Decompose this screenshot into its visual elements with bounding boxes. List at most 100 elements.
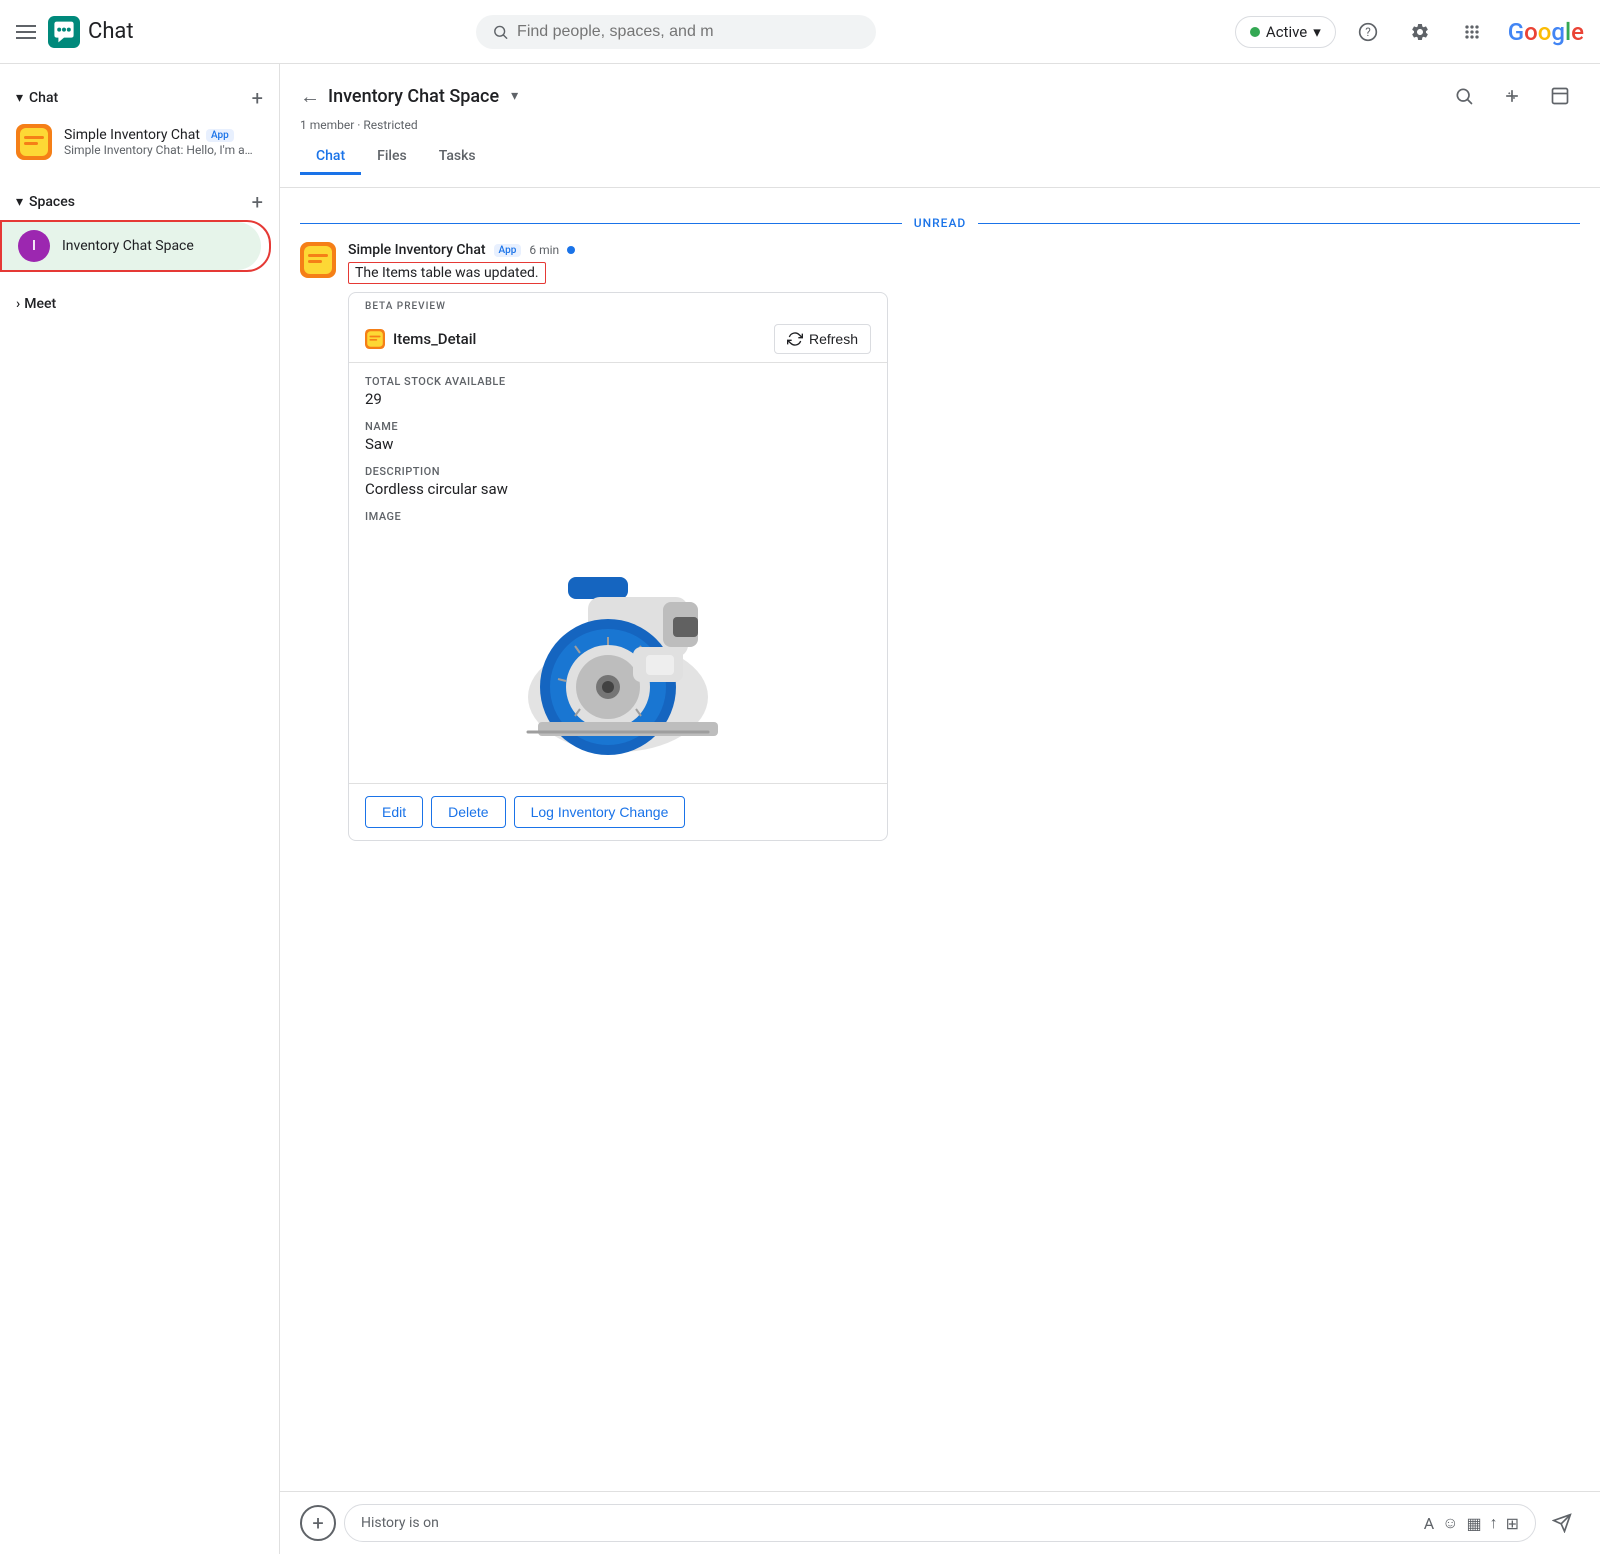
hamburger-icon[interactable] [16, 25, 36, 39]
unread-line-right [978, 223, 1580, 224]
chat-header-right [1444, 76, 1580, 116]
video-icon[interactable]: ⊞ [1506, 1514, 1519, 1533]
chat-section: ▾ Chat + Simple Inventory Chat [0, 72, 279, 176]
card-field-value-name: Saw [365, 435, 871, 453]
chat-app-icon [48, 16, 80, 48]
chat-header: ← Inventory Chat Space ▾ [280, 64, 1600, 188]
search-bar[interactable] [476, 15, 876, 49]
chat-header-left: ← Inventory Chat Space ▾ [300, 84, 518, 109]
saw-image [478, 547, 758, 767]
back-button[interactable]: ← [300, 84, 320, 109]
upload-icon[interactable]: ↑ [1490, 1513, 1498, 1533]
send-button[interactable] [1544, 1505, 1580, 1541]
refresh-icon [787, 331, 803, 347]
chevron-right-icon: › [16, 296, 20, 312]
card-icon [365, 329, 385, 349]
message-text: The Items table was updated. [348, 262, 1580, 284]
message-sender: Simple Inventory Chat [348, 242, 486, 258]
sidebar: ▾ Chat + Simple Inventory Chat [0, 64, 280, 1554]
message-item: Simple Inventory Chat App 6 min The Item… [300, 242, 1580, 841]
card-field-value-stock: 29 [365, 390, 871, 408]
emoji-icon[interactable]: ☺ [1442, 1513, 1458, 1533]
active-status[interactable]: Active ▾ [1235, 16, 1336, 48]
card-field-name: NAME Saw [365, 420, 871, 453]
text-format-icon[interactable]: A [1424, 1514, 1434, 1533]
active-chevron: ▾ [1313, 23, 1321, 41]
card-actions: Edit Delete Log Inventory Change [349, 783, 887, 840]
app-badge: App [206, 129, 234, 142]
space-avatar-inventory: I [18, 230, 50, 262]
inventory-card: BETA PREVIEW Items_Detail [348, 292, 888, 841]
chat-section-header[interactable]: ▾ Chat + [0, 80, 279, 116]
tab-chat[interactable]: Chat [300, 140, 361, 175]
spaces-section-title: ▾ Spaces [16, 194, 75, 210]
search-input[interactable] [517, 23, 860, 41]
spaces-section-label: Spaces [29, 194, 75, 210]
message-time: 6 min [529, 243, 559, 257]
unread-label: UNREAD [914, 216, 967, 230]
card-field-stock: TOTAL STOCK AVAILABLE 29 [365, 375, 871, 408]
top-right-actions: Active ▾ ? Google [1235, 12, 1584, 52]
chat-item-name: Simple Inventory Chat App [64, 127, 255, 143]
header-search-button[interactable] [1444, 76, 1484, 116]
add-space-button[interactable]: + [252, 190, 263, 214]
unread-line-left [300, 223, 902, 224]
main-layout: ▾ Chat + Simple Inventory Chat [0, 64, 1600, 1554]
edit-button[interactable]: Edit [365, 796, 423, 828]
app-title: Chat [88, 19, 134, 44]
app-logo: Chat [48, 16, 134, 48]
chevron-down-icon-spaces: ▾ [16, 194, 23, 210]
card-field-label-name: NAME [365, 420, 871, 433]
active-label: Active [1266, 23, 1307, 41]
space-subtitle: 1 member · Restricted [300, 118, 1580, 132]
mention-icon[interactable]: ▦ [1466, 1514, 1481, 1533]
message-input-area: + History is on A ☺ ▦ ↑ ⊞ [280, 1491, 1600, 1554]
chat-item-info: Simple Inventory Chat App Simple Invento… [64, 127, 255, 157]
messages-area: UNREAD Simple Inventory Chat App [280, 188, 1600, 1491]
apps-button[interactable] [1452, 12, 1492, 52]
tab-files[interactable]: Files [361, 140, 423, 175]
spaces-section-header[interactable]: ▾ Spaces + [0, 184, 279, 220]
chevron-down-icon: ▾ [16, 90, 23, 106]
chat-item-simple-inventory[interactable]: Simple Inventory Chat App Simple Invento… [0, 116, 271, 168]
beta-preview-label: BETA PREVIEW [349, 293, 887, 316]
card-field-label-description: DESCRIPTION [365, 465, 871, 478]
add-chat-button[interactable]: + [252, 86, 263, 110]
tab-bar: Chat Files Tasks [300, 140, 1580, 175]
space-dropdown-icon[interactable]: ▾ [511, 88, 518, 104]
meet-section: › Meet [0, 280, 279, 328]
meet-label[interactable]: › Meet [16, 296, 263, 312]
google-logo: Google [1508, 18, 1584, 46]
chat-header-top: ← Inventory Chat Space ▾ [300, 76, 1580, 116]
add-attachment-button[interactable]: + [300, 1505, 336, 1541]
delete-button[interactable]: Delete [431, 796, 505, 828]
input-icon-bar: A ☺ ▦ ↑ ⊞ [1424, 1513, 1519, 1533]
card-header: Items_Detail Refresh [349, 316, 887, 363]
settings-button[interactable] [1400, 12, 1440, 52]
unread-divider: UNREAD [300, 216, 1580, 230]
message-input-box[interactable]: History is on A ☺ ▦ ↑ ⊞ [344, 1504, 1536, 1542]
top-bar: Chat Active ▾ ? [0, 0, 1600, 64]
space-item-inventory[interactable]: I Inventory Chat Space [2, 222, 261, 270]
refresh-label: Refresh [809, 331, 858, 347]
card-field-image-label: IMAGE [365, 510, 871, 523]
refresh-button[interactable]: Refresh [774, 324, 871, 354]
space-title: Inventory Chat Space [328, 86, 499, 107]
card-field-label-stock: TOTAL STOCK AVAILABLE [365, 375, 871, 388]
pin-button[interactable] [1492, 76, 1532, 116]
log-inventory-change-button[interactable]: Log Inventory Change [514, 796, 686, 828]
card-field-value-description: Cordless circular saw [365, 480, 871, 498]
chat-panel-button[interactable] [1540, 76, 1580, 116]
unread-dot [567, 246, 575, 254]
card-title: Items_Detail [365, 329, 476, 349]
help-button[interactable]: ? [1348, 12, 1388, 52]
simple-inventory-avatar [16, 124, 52, 160]
card-body: TOTAL STOCK AVAILABLE 29 NAME Saw DESCRI… [349, 363, 887, 547]
tab-tasks[interactable]: Tasks [423, 140, 492, 175]
input-row: + History is on A ☺ ▦ ↑ ⊞ [300, 1504, 1580, 1542]
chat-item-preview: Simple Inventory Chat: Hello, I'm an awe… [64, 143, 255, 157]
search-icon [492, 23, 509, 41]
card-field-label-image: IMAGE [365, 510, 871, 523]
message-app-badge: App [494, 244, 522, 257]
message-content: Simple Inventory Chat App 6 min The Item… [348, 242, 1580, 841]
